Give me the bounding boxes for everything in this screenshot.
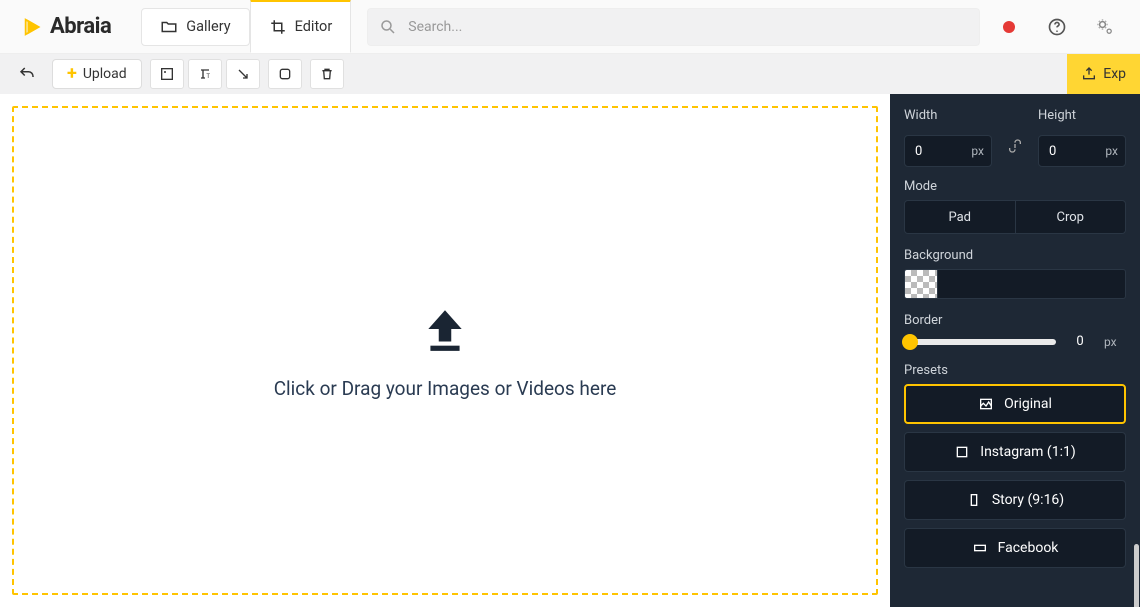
upload-button[interactable]: + Upload xyxy=(52,59,142,89)
mode-crop-button[interactable]: Crop xyxy=(1015,201,1126,233)
rect-icon xyxy=(277,66,293,82)
search-input[interactable] xyxy=(367,8,980,46)
undo-button[interactable] xyxy=(10,59,44,89)
shape-tool-button[interactable] xyxy=(268,59,302,89)
upload-label: Upload xyxy=(83,66,127,82)
settings-button[interactable] xyxy=(1088,10,1122,44)
mode-pad-button[interactable]: Pad xyxy=(905,201,1015,233)
preset-label: Instagram (1:1) xyxy=(980,444,1075,460)
logo-text: Abraia xyxy=(50,14,111,39)
main: Click or Drag your Images or Videos here… xyxy=(0,94,1140,607)
header: Abraia Gallery Editor xyxy=(0,0,1140,54)
border-label: Border xyxy=(904,313,1126,328)
dropzone[interactable]: Click or Drag your Images or Videos here xyxy=(12,106,878,595)
toolbar: + Upload T xyxy=(0,54,1140,94)
preset-label: Original xyxy=(1004,396,1052,412)
nav-tabs: Gallery Editor xyxy=(141,0,351,54)
background-input[interactable] xyxy=(938,269,1126,299)
portrait-icon xyxy=(966,492,982,508)
link-icon xyxy=(1007,138,1023,154)
header-actions xyxy=(992,10,1128,44)
folder-icon xyxy=(160,18,178,36)
svg-text:T: T xyxy=(206,73,210,80)
text-tool-button[interactable]: T xyxy=(188,59,222,89)
search-icon xyxy=(379,18,397,36)
arrow-icon xyxy=(235,66,251,82)
preset-label: Story (9:16) xyxy=(992,492,1064,508)
properties-panel: Width px Height px Mode Pad Crop xyxy=(890,94,1140,607)
image-icon xyxy=(159,66,175,82)
slider-thumb[interactable] xyxy=(902,334,918,350)
width-unit: px xyxy=(971,144,984,158)
crop-icon xyxy=(269,18,287,36)
arrow-tool-button[interactable] xyxy=(226,59,260,89)
help-button[interactable] xyxy=(1040,10,1074,44)
plus-icon: + xyxy=(67,65,77,83)
presets-label: Presets xyxy=(904,363,1126,378)
search-wrap xyxy=(367,8,980,46)
preset-story[interactable]: Story (9:16) xyxy=(904,480,1126,520)
preset-original[interactable]: Original xyxy=(904,384,1126,424)
export-icon xyxy=(1081,66,1097,82)
record-icon xyxy=(1003,21,1015,33)
trash-icon xyxy=(319,66,335,82)
image-tool-button[interactable] xyxy=(150,59,184,89)
upload-icon xyxy=(420,301,470,357)
nav-tab-gallery[interactable]: Gallery xyxy=(141,8,249,46)
border-slider[interactable] xyxy=(904,339,1056,345)
logo[interactable]: Abraia xyxy=(22,14,111,39)
square-icon xyxy=(954,444,970,460)
undo-icon xyxy=(18,65,36,83)
scrollbar[interactable] xyxy=(1134,544,1139,607)
link-dimensions-button[interactable] xyxy=(1004,118,1026,158)
preset-instagram[interactable]: Instagram (1:1) xyxy=(904,432,1126,472)
preset-facebook[interactable]: Facebook xyxy=(904,528,1126,568)
help-icon xyxy=(1047,17,1067,37)
background-label: Background xyxy=(904,248,1126,263)
background-swatch[interactable] xyxy=(904,269,938,299)
canvas-area: Click or Drag your Images or Videos here xyxy=(0,94,890,607)
export-button[interactable]: Exp xyxy=(1067,54,1140,94)
nav-label-editor: Editor xyxy=(295,18,333,35)
height-unit: px xyxy=(1105,144,1118,158)
image-icon xyxy=(978,396,994,412)
nav-tab-editor[interactable]: Editor xyxy=(250,0,352,53)
preset-label: Facebook xyxy=(998,540,1059,556)
export-label: Exp xyxy=(1103,66,1126,82)
border-value: 0 xyxy=(1066,334,1094,349)
mode-label: Mode xyxy=(904,179,1126,194)
dropzone-text: Click or Drag your Images or Videos here xyxy=(274,377,617,400)
delete-button[interactable] xyxy=(310,59,344,89)
record-button[interactable] xyxy=(992,10,1026,44)
width-label: Width xyxy=(904,108,992,123)
play-logo-icon xyxy=(22,16,44,38)
nav-label-gallery: Gallery xyxy=(186,18,230,35)
gear-icon xyxy=(1095,17,1115,37)
landscape-icon xyxy=(972,540,988,556)
height-label: Height xyxy=(1038,108,1126,123)
text-icon: T xyxy=(197,66,213,82)
border-unit: px xyxy=(1104,335,1126,349)
